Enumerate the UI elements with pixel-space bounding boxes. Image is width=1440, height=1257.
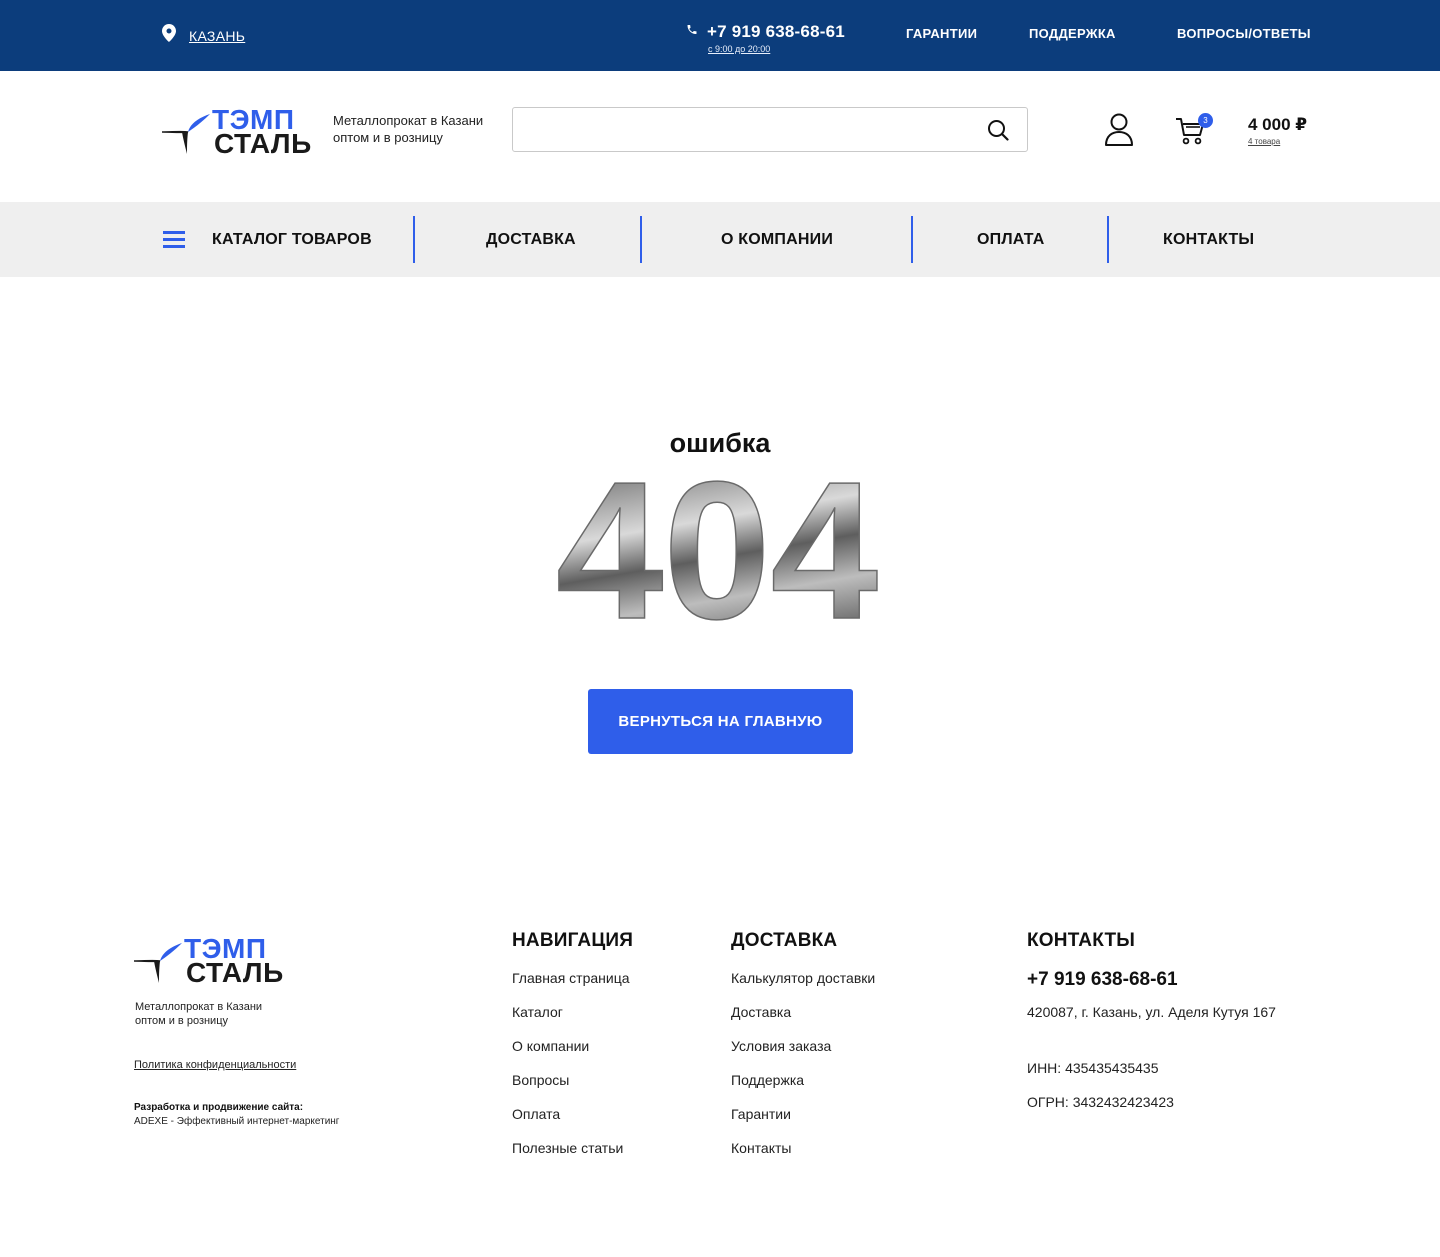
back-home-button[interactable]: ВЕРНУТЬСЯ НА ГЛАВНУЮ xyxy=(588,689,853,754)
nav-about[interactable]: О КОМПАНИИ xyxy=(721,231,833,249)
nav-divider xyxy=(1107,216,1109,263)
footer-nav-list: Главная страница Каталог О компании Вопр… xyxy=(512,970,630,1174)
work-hours[interactable]: с 9:00 до 20:00 xyxy=(708,44,770,54)
link-faq[interactable]: ВОПРОСЫ/ОТВЕТЫ xyxy=(1177,26,1311,41)
footer-delivery-list: Калькулятор доставки Доставка Условия за… xyxy=(731,970,875,1174)
error-code: 404 xyxy=(555,468,879,628)
nav-payment[interactable]: ОПЛАТА xyxy=(977,231,1044,249)
main-nav: КАТАЛОГ ТОВАРОВ ДОСТАВКА О КОМПАНИИ ОПЛА… xyxy=(0,202,1440,277)
footer-logo[interactable]: ТЭМП СТАЛЬ xyxy=(134,935,284,988)
footer-link-articles[interactable]: Полезные статьи xyxy=(512,1140,630,1174)
header-phone-block: +7 919 638-68-61 с 9:00 до 20:00 xyxy=(686,22,845,54)
city-label[interactable]: КАЗАНЬ xyxy=(189,28,245,44)
footer-link-home[interactable]: Главная страница xyxy=(512,970,630,1004)
link-guarantees[interactable]: ГАРАНТИИ xyxy=(906,26,977,41)
search-box xyxy=(512,107,1028,152)
developer-link[interactable]: ADEXE - Эффективный интернет-маркетинг xyxy=(134,1116,339,1127)
top-bar: КАЗАНЬ +7 919 638-68-61 с 9:00 до 20:00 … xyxy=(0,0,1440,71)
nav-divider xyxy=(413,216,415,263)
footer-tagline: Металлопрокат в Казани оптом и в розницу xyxy=(135,1000,262,1028)
error-label: ошибка xyxy=(669,428,771,458)
cart-item-count[interactable]: 4 товара xyxy=(1248,137,1280,146)
footer-link-payment[interactable]: Оплата xyxy=(512,1106,630,1140)
nav-divider xyxy=(640,216,642,263)
header-tagline: Металлопрокат в Казани оптом и в розницу xyxy=(333,112,483,146)
tagline-line2: оптом и в розницу xyxy=(333,130,443,145)
footer-inn: ИНН: 435435435435 xyxy=(1027,1060,1159,1076)
footer-tagline-line2: оптом и в розницу xyxy=(135,1015,229,1027)
footer-logo-line2: СТАЛЬ xyxy=(186,957,284,988)
logo-star-icon xyxy=(162,114,210,154)
site-logo[interactable]: ТЭМП СТАЛЬ xyxy=(162,106,312,159)
footer-link-contacts[interactable]: Контакты xyxy=(731,1140,875,1174)
menu-icon[interactable] xyxy=(163,231,185,248)
footer-ogrn: ОГРН: 3432432423423 xyxy=(1027,1094,1174,1110)
tagline-line1: Металлопрокат в Казани xyxy=(333,113,484,128)
nav-divider xyxy=(911,216,913,263)
footer-link-guarantees[interactable]: Гарантии xyxy=(731,1106,875,1140)
footer-link-calculator[interactable]: Калькулятор доставки xyxy=(731,970,875,1004)
search-icon[interactable] xyxy=(987,119,1009,146)
error-code-text: 404 xyxy=(556,468,878,628)
footer-link-support[interactable]: Поддержка xyxy=(731,1072,875,1106)
footer-tagline-line1: Металлопрокат в Казани xyxy=(135,1001,263,1013)
cart-badge: 3 xyxy=(1198,113,1213,128)
privacy-policy-link[interactable]: Политика конфиденциальности xyxy=(134,1059,296,1071)
nav-delivery[interactable]: ДОСТАВКА xyxy=(486,231,576,249)
footer-nav-title: НАВИГАЦИЯ xyxy=(512,930,634,951)
user-icon[interactable] xyxy=(1104,113,1134,152)
city-selector[interactable]: КАЗАНЬ xyxy=(162,24,245,47)
footer-link-delivery[interactable]: Доставка xyxy=(731,1004,875,1038)
location-pin-icon xyxy=(162,24,176,47)
footer-address: 420087, г. Казань, ул. Аделя Кутуя 167 xyxy=(1027,1004,1276,1020)
nav-catalog[interactable]: КАТАЛОГ ТОВАРОВ xyxy=(212,231,372,249)
header-phone[interactable]: +7 919 638-68-61 xyxy=(707,22,845,42)
logo-line2: СТАЛЬ xyxy=(214,128,312,159)
nav-contacts[interactable]: КОНТАКТЫ xyxy=(1163,231,1254,249)
footer-link-about[interactable]: О компании xyxy=(512,1038,630,1072)
logo-star-icon xyxy=(134,943,182,983)
footer-delivery-title: ДОСТАВКА xyxy=(731,930,838,951)
footer-link-order-terms[interactable]: Условия заказа xyxy=(731,1038,875,1072)
developer-title: Разработка и продвижение сайта: xyxy=(134,1102,304,1113)
footer-link-catalog[interactable]: Каталог xyxy=(512,1004,630,1038)
search-input[interactable] xyxy=(525,116,965,144)
cart-total[interactable]: 4 000 ₽ xyxy=(1248,115,1307,135)
footer-contacts-title: КОНТАКТЫ xyxy=(1027,930,1136,951)
link-support[interactable]: ПОДДЕРЖКА xyxy=(1029,26,1116,41)
footer-phone[interactable]: +7 919 638-68-61 xyxy=(1027,969,1178,991)
footer-link-questions[interactable]: Вопросы xyxy=(512,1072,630,1106)
phone-icon xyxy=(686,23,698,41)
